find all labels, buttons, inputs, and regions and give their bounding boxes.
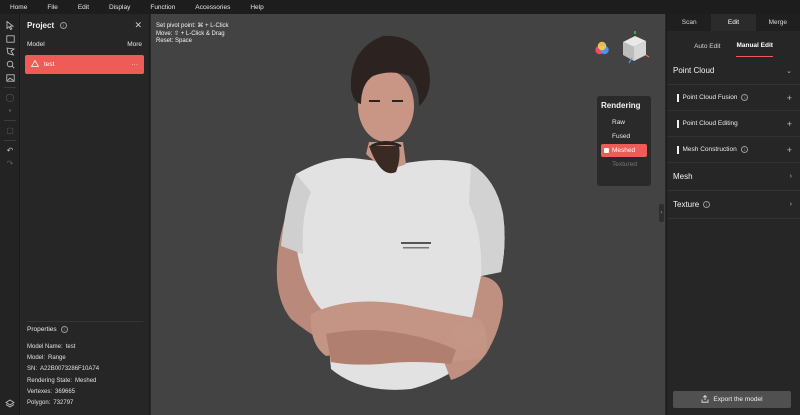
brush-select-icon[interactable]	[0, 58, 20, 71]
properties-section: Properties i Model Name: test Model: Range…	[20, 321, 150, 415]
box-tool-icon[interactable]: ▢	[0, 124, 20, 137]
color-render-icon[interactable]	[594, 40, 610, 56]
checkbox-icon	[604, 148, 609, 153]
subtab-auto-edit[interactable]: Auto Edit	[694, 35, 720, 57]
rendering-panel: Rendering Raw Fused Meshed Textured	[597, 96, 651, 186]
info-icon[interactable]: i	[740, 146, 748, 153]
plus-icon[interactable]: +	[787, 93, 792, 103]
point-cloud-section[interactable]: Point Cloud ⌄	[667, 57, 800, 85]
menu-home[interactable]: Home	[10, 4, 27, 11]
menu-accessories[interactable]: Accessories	[195, 4, 230, 11]
tab-merge[interactable]: Merge	[756, 14, 800, 31]
properties-title: Properties	[27, 326, 57, 334]
3d-viewport[interactable]: Set pivot point: ⌘ + L-Click Move: ⇧ + L…	[151, 14, 665, 415]
model-label: Model	[27, 40, 45, 48]
model-mesh-icon	[30, 59, 40, 69]
more-button[interactable]: More	[127, 41, 142, 48]
chevron-right-icon: ›	[789, 201, 792, 208]
square-tool-icon[interactable]: ▪	[0, 104, 20, 117]
chevron-down-icon: ⌄	[786, 67, 792, 75]
edit-panel: Scan Edit Merge Auto Edit Manual Edit Po…	[666, 14, 800, 415]
mesh-construction-item[interactable]: Mesh Construction i +	[667, 137, 800, 163]
close-icon[interactable]: ✕	[134, 20, 142, 31]
plus-icon[interactable]: +	[787, 119, 792, 129]
plus-icon[interactable]: +	[787, 145, 792, 155]
rect-select-icon[interactable]	[0, 32, 20, 45]
point-cloud-editing-item[interactable]: Point Cloud Editing +	[667, 111, 800, 137]
export-icon	[701, 394, 709, 405]
undo-icon[interactable]: ↶	[0, 144, 20, 157]
property-row: Vertexes: 369665	[27, 389, 76, 396]
tab-scan[interactable]: Scan	[667, 14, 711, 31]
mesh-title: Mesh	[673, 172, 693, 181]
layers-icon[interactable]	[0, 397, 20, 411]
subtab-manual-edit[interactable]: Manual Edit	[736, 35, 773, 57]
menu-file[interactable]: File	[47, 4, 57, 11]
more-options-icon[interactable]: ···	[132, 61, 139, 68]
project-title: Project	[27, 20, 55, 30]
info-icon[interactable]: i	[60, 22, 68, 30]
property-row: SN: A22B0073286F10A74	[27, 366, 100, 373]
chevron-right-icon: ›	[789, 173, 792, 180]
menu-function[interactable]: Function	[150, 4, 175, 11]
menu-display[interactable]: Display	[109, 4, 130, 11]
texture-title: Texture i	[673, 200, 711, 209]
render-option-fused[interactable]: Fused	[601, 130, 647, 143]
tool-rail: ◯ ▪ ▢ ↶ ↷	[0, 14, 20, 415]
mesh-section[interactable]: Mesh ›	[667, 163, 800, 191]
info-icon[interactable]: i	[741, 94, 749, 101]
export-model-button[interactable]: Export the model	[673, 391, 791, 408]
property-row: Model Name: test	[27, 343, 76, 350]
info-icon[interactable]: i	[703, 201, 711, 209]
menu-help[interactable]: Help	[250, 4, 263, 11]
lasso-select-icon[interactable]	[0, 45, 20, 58]
property-row: Model: Range	[27, 355, 66, 362]
property-row: Polygon: 732797	[27, 400, 74, 407]
render-option-meshed[interactable]: Meshed	[601, 144, 647, 157]
render-option-raw[interactable]: Raw	[601, 116, 647, 129]
rendering-title: Rendering	[601, 101, 641, 110]
scanned-person-model	[276, 35, 505, 390]
image-icon[interactable]	[0, 71, 20, 84]
tab-edit[interactable]: Edit	[711, 14, 756, 31]
collapse-panel-handle[interactable]: ›	[659, 204, 664, 222]
menu-edit[interactable]: Edit	[78, 4, 89, 11]
redo-icon[interactable]: ↷	[0, 157, 20, 170]
model-item-name: test	[44, 61, 55, 68]
info-icon[interactable]: i	[60, 326, 68, 334]
model-list-item[interactable]: test ···	[25, 55, 144, 74]
texture-section[interactable]: Texture i ›	[667, 191, 800, 219]
select-cursor-icon[interactable]	[0, 19, 20, 32]
project-panel: Project i ✕ Model More test ··· Properti…	[20, 14, 150, 415]
point-cloud-title: Point Cloud	[673, 66, 715, 75]
menu-bar: Home File Edit Display Function Accessor…	[0, 0, 800, 14]
property-row: Rendering State: Meshed	[27, 377, 97, 384]
point-cloud-fusion-item[interactable]: Point Cloud Fusion i +	[667, 85, 800, 111]
view-cube-icon[interactable]	[615, 30, 651, 66]
render-option-textured[interactable]: Textured	[601, 158, 647, 171]
circle-tool-icon[interactable]: ◯	[0, 91, 20, 104]
